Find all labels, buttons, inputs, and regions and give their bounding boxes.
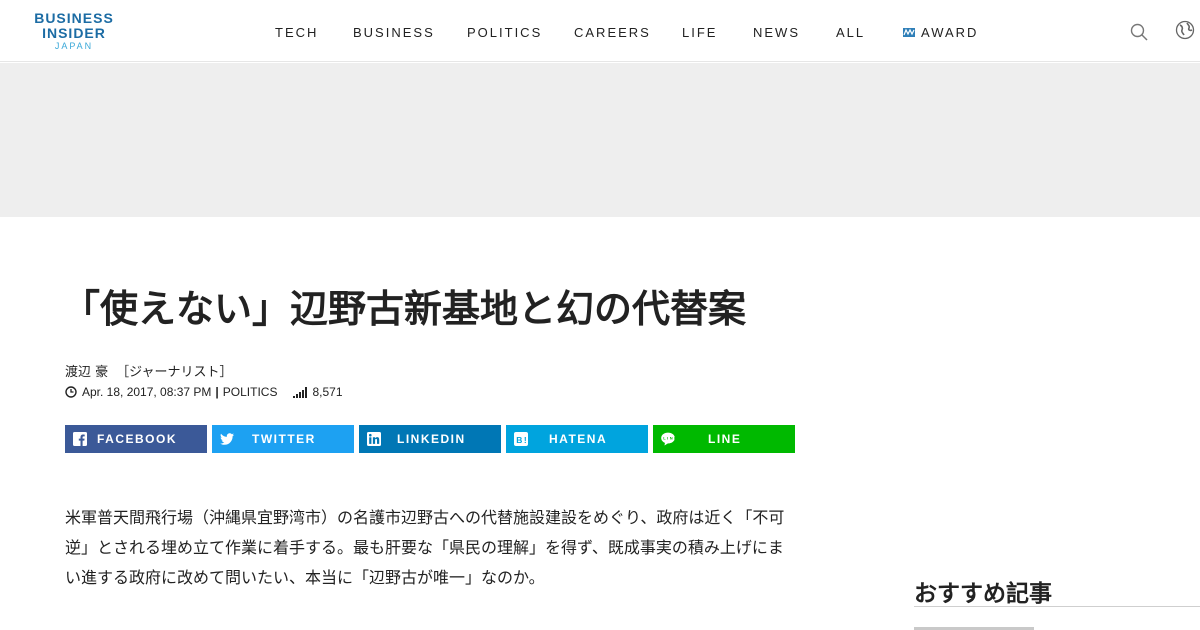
article-category[interactable]: POLITICS: [223, 385, 278, 399]
article-lead: 米軍普天間飛行場（沖縄県宜野湾市）の名護市辺野古への代替施設建設をめぐり、政府は…: [65, 508, 785, 587]
author-role: ［ジャーナリスト］: [116, 365, 233, 380]
nav-item-politics[interactable]: POLITICS: [467, 25, 542, 40]
globe-icon[interactable]: [1175, 20, 1195, 40]
share-twitter-button[interactable]: TWITTER: [212, 425, 354, 453]
search-icon[interactable]: [1130, 23, 1148, 41]
recommended-heading: おすすめ記事: [914, 581, 1052, 607]
logo-sub-japan: JAPAN: [54, 41, 94, 51]
share-linkedin-button[interactable]: LINKEDIN: [359, 425, 501, 453]
nav-item-life[interactable]: LIFE: [682, 25, 717, 40]
nav-item-news[interactable]: NEWS: [753, 25, 800, 40]
nav-item-careers[interactable]: CAREERS: [574, 25, 651, 40]
view-count: 8,571: [312, 385, 343, 399]
nav-item-tech[interactable]: TECH: [275, 25, 318, 40]
ad-banner-area: [0, 63, 1200, 217]
logo-line-insider: INSIDER: [42, 25, 106, 41]
publish-date: Apr. 18, 2017, 08:37 PM: [82, 385, 212, 399]
share-line-label: LINE: [708, 432, 742, 446]
nav-item-business[interactable]: BUSINESS: [353, 25, 435, 40]
article-meta: Apr. 18, 2017, 08:37 PM | POLITICS 8,571: [65, 385, 343, 399]
share-twitter-label: TWITTER: [252, 432, 316, 446]
meta-separator: |: [215, 385, 219, 399]
share-line-button[interactable]: LINE LINE: [653, 425, 795, 453]
recommended-divider: [914, 606, 1200, 607]
view-count-icon: [293, 386, 308, 398]
share-linkedin-label: LINKEDIN: [397, 432, 466, 446]
author-line: 渡辺 豪 ［ジャーナリスト］: [65, 361, 233, 380]
share-facebook-label: FACEBOOK: [97, 432, 178, 446]
nav-item-award-label: AWARD: [921, 25, 979, 40]
share-hatena-label: HATENA: [549, 432, 608, 446]
site-header: BUSINESS INSIDER JAPAN TECH BUSINESS POL…: [0, 0, 1200, 62]
share-hatena-button[interactable]: B! HATENA: [506, 425, 648, 453]
nav-item-all[interactable]: ALL: [836, 25, 865, 40]
article-title: 「使えない」辺野古新基地と幻の代替案: [62, 287, 747, 331]
share-facebook-button[interactable]: FACEBOOK: [65, 425, 207, 453]
clock-icon: [65, 386, 77, 398]
award-icon: [903, 28, 915, 37]
logo-line-business: BUSINESS: [34, 10, 114, 26]
author-name[interactable]: 渡辺 豪: [65, 365, 108, 380]
site-logo[interactable]: BUSINESS INSIDER JAPAN: [30, 11, 118, 51]
nav-item-award[interactable]: AWARD: [903, 25, 978, 40]
